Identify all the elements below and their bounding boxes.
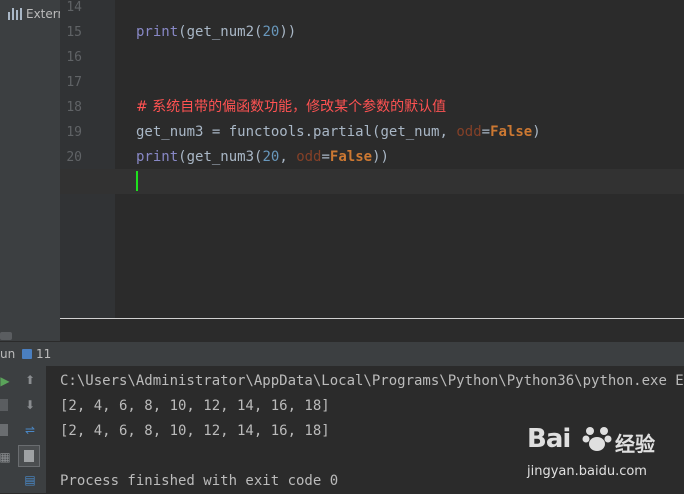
function-call: get_num2 — [186, 24, 255, 40]
run-toolbar-primary: ▶ ▦ — [0, 366, 14, 493]
console-output-line: [2, 4, 6, 8, 10, 12, 14, 16, 18] — [60, 423, 330, 439]
builtin-print: print — [136, 149, 179, 165]
text-caret — [136, 171, 138, 191]
editor-divider — [60, 318, 684, 319]
line-number: 16 — [66, 50, 82, 65]
assign-op: = — [321, 149, 330, 165]
keyword-false: False — [490, 124, 533, 140]
paren: ) — [532, 124, 541, 140]
number-literal: 20 — [262, 149, 280, 165]
line-number: 14 — [66, 0, 82, 15]
function-call: functools.partial — [228, 124, 373, 140]
function-call: get_num3 — [186, 149, 255, 165]
console-exit-message: Process finished with exit code 0 — [60, 473, 339, 489]
stop-icon[interactable] — [0, 399, 8, 411]
assign-op: = — [481, 124, 491, 140]
console-output-line: [2, 4, 6, 8, 10, 12, 14, 16, 18] — [60, 398, 330, 414]
assign-op: = — [203, 124, 229, 140]
builtin-print: print — [136, 24, 179, 40]
soft-wrap-icon[interactable]: ⇌ — [22, 422, 38, 438]
code-line-20[interactable]: print(get_num3(20, odd=False)) — [136, 145, 389, 170]
number-literal: 20 — [262, 24, 280, 40]
line-number: 20 — [66, 150, 82, 165]
current-line-highlight — [60, 169, 684, 194]
keyword-param: odd — [447, 124, 482, 140]
print-icon[interactable]: ▤ — [22, 472, 38, 488]
rerun-icon[interactable]: ▶ — [0, 374, 10, 388]
code-line-15[interactable]: print(get_num2(20)) — [136, 20, 296, 45]
python-config-icon — [22, 349, 32, 359]
line-number: 15 — [66, 25, 82, 40]
line-number-gutter: 14 15 16 17 18 19 20 21 — [60, 0, 115, 318]
line-number: 19 — [66, 125, 82, 140]
paren: ( — [178, 24, 187, 40]
run-config-name[interactable]: 11 — [36, 347, 51, 361]
project-tool-window: Extern — [0, 0, 65, 341]
code-line-19[interactable]: get_num3 = functools.partial(get_num, od… — [136, 120, 541, 145]
keyword-param: odd — [287, 149, 322, 165]
paren: )) — [372, 149, 389, 165]
keyword-false: False — [329, 149, 373, 165]
paren: ( — [178, 149, 187, 165]
line-number: 18 — [66, 100, 82, 115]
argument: get_num, — [380, 124, 448, 140]
console-command-line: C:\Users\Administrator\AppData\Local\Pro… — [60, 373, 684, 389]
watermark-brand: Bai — [527, 424, 571, 454]
run-panel-header: un 11 — [0, 342, 684, 366]
external-libraries-item[interactable]: Extern — [8, 5, 65, 23]
comma: , — [279, 149, 288, 165]
project-scrollbar[interactable] — [0, 332, 12, 340]
run-tab-label[interactable]: un — [0, 347, 15, 361]
run-toolbar-secondary: ⬆ ⬇ ⇌ ▤ — [14, 366, 47, 493]
watermark-url: jingyan.baidu.com — [527, 464, 647, 479]
arrow-up-icon[interactable]: ⬆ — [22, 372, 38, 388]
watermark-brand-cn: 经验 — [615, 432, 655, 456]
line-number: 17 — [66, 75, 82, 90]
baidu-paw-icon — [582, 427, 612, 451]
layout-icon[interactable]: ▦ — [0, 450, 11, 464]
scroll-to-end-icon[interactable] — [18, 445, 40, 467]
code-line-18-comment[interactable]: # 系统自带的偏函数功能，修改某个参数的默认值 — [136, 95, 446, 120]
pin-icon[interactable] — [0, 424, 8, 436]
library-icon — [8, 8, 22, 20]
arrow-down-icon[interactable]: ⬇ — [22, 397, 38, 413]
variable: get_num3 — [136, 124, 204, 140]
paren: )) — [279, 24, 297, 40]
baidu-jingyan-watermark: Bai 经验 jingyan.baidu.com — [527, 420, 677, 490]
